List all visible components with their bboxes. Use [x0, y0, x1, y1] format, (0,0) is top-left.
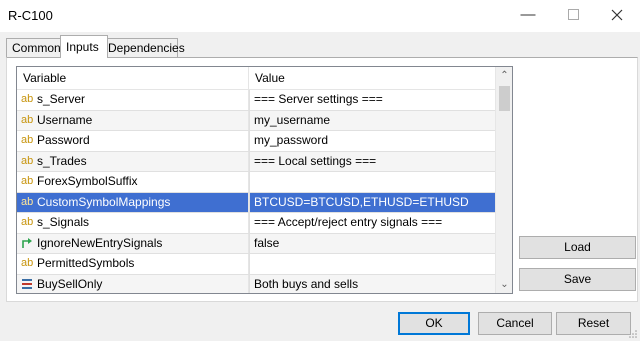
save-button[interactable]: Save: [519, 268, 636, 291]
tab-common[interactable]: Common: [6, 38, 62, 57]
string-type-icon: ab: [21, 257, 34, 270]
table-row[interactable]: ab Password my_password: [17, 131, 512, 152]
table-row-selected[interactable]: ab CustomSymbolMappings BTCUSD=BTCUSD,ETH…: [17, 192, 512, 213]
vertical-scrollbar[interactable]: ⌃ ⌄: [495, 67, 512, 293]
close-icon: [611, 9, 623, 21]
column-header-value[interactable]: Value: [249, 67, 494, 89]
table-row[interactable]: ab ForexSymbolSuffix: [17, 172, 512, 193]
ok-button[interactable]: OK: [398, 312, 470, 335]
value-cell[interactable]: === Local settings ===: [249, 151, 494, 171]
value-cell[interactable]: BTCUSD=BTCUSD,ETHUSD=ETHUSD: [249, 192, 494, 212]
table-row[interactable]: ab s_Server === Server settings ===: [17, 90, 512, 111]
value-cell[interactable]: my_username: [249, 110, 494, 130]
value-cell[interactable]: my_password: [249, 131, 494, 151]
inputs-grid: Variable Value ab s_Server === Server set…: [16, 66, 513, 294]
variable-name: Password: [37, 133, 90, 148]
load-button[interactable]: Load: [519, 236, 636, 259]
value-cell[interactable]: === Server settings ===: [249, 90, 494, 110]
table-row[interactable]: BuySellOnly Both buys and sells: [17, 274, 512, 293]
maximize-button[interactable]: [550, 0, 596, 30]
variable-name: BuySellOnly: [37, 276, 103, 291]
title-bar: R-C100 —: [0, 0, 640, 32]
string-type-icon: ab: [21, 134, 34, 147]
enum-list-icon: [21, 278, 37, 290]
variable-name: CustomSymbolMappings: [37, 194, 171, 209]
string-type-icon: ab: [21, 113, 34, 126]
string-type-icon: ab: [21, 216, 34, 229]
table-row[interactable]: ab Username my_username: [17, 110, 512, 131]
string-type-icon: ab: [21, 154, 34, 167]
minimize-button[interactable]: —: [505, 0, 551, 30]
variable-name: s_Signals: [37, 215, 90, 230]
value-cell[interactable]: [249, 172, 494, 192]
variable-name: PermittedSymbols: [37, 256, 135, 271]
string-type-icon: ab: [21, 175, 34, 188]
value-cell[interactable]: false: [249, 233, 494, 253]
column-header-variable[interactable]: Variable: [17, 67, 249, 89]
string-type-icon: ab: [21, 93, 34, 106]
variable-name: Username: [37, 112, 93, 127]
reset-button[interactable]: Reset: [556, 312, 631, 335]
resize-grip-icon[interactable]: [628, 329, 638, 339]
maximize-icon: [567, 9, 579, 20]
variable-name: ForexSymbolSuffix: [37, 174, 138, 189]
grid-header: Variable Value: [17, 67, 512, 90]
table-row[interactable]: ab PermittedSymbols: [17, 254, 512, 275]
value-cell[interactable]: Both buys and sells: [249, 274, 494, 293]
value-cell[interactable]: === Accept/reject entry signals ===: [249, 213, 494, 233]
window-title: R-C100: [8, 8, 53, 23]
scroll-down-icon[interactable]: ⌄: [496, 276, 512, 293]
string-type-icon: ab: [21, 195, 34, 208]
minimize-icon: —: [520, 6, 536, 23]
variable-name: s_Server: [37, 92, 86, 107]
value-cell[interactable]: [249, 254, 494, 274]
close-button[interactable]: [594, 0, 640, 30]
bool-arrow-icon: [21, 237, 37, 249]
cancel-button[interactable]: Cancel: [478, 312, 552, 335]
scroll-up-icon[interactable]: ⌃: [496, 67, 512, 84]
table-row[interactable]: ab s_Signals === Accept/reject entry sign…: [17, 213, 512, 234]
variable-name: s_Trades: [37, 153, 87, 168]
tab-inputs[interactable]: Inputs: [60, 35, 108, 58]
scroll-thumb[interactable]: [499, 86, 510, 111]
table-row[interactable]: IgnoreNewEntrySignals false: [17, 233, 512, 254]
table-row[interactable]: ab s_Trades === Local settings ===: [17, 151, 512, 172]
variable-name: IgnoreNewEntrySignals: [37, 235, 163, 250]
tab-dependencies[interactable]: Dependencies: [102, 38, 185, 57]
